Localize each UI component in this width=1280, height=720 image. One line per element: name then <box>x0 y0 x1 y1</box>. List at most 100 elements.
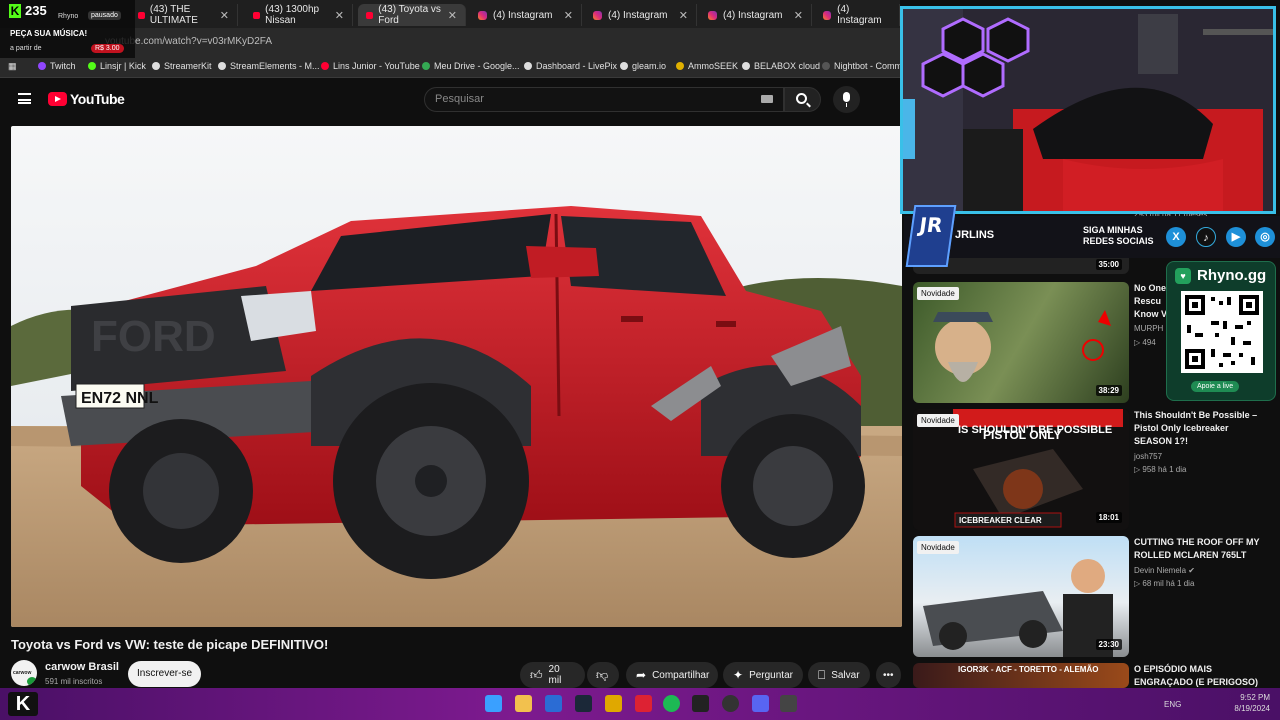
like-button[interactable]: 👍︎ 20 mil <box>520 662 585 688</box>
bookmark-belabox[interactable]: BELABOX cloud <box>742 61 820 71</box>
close-tab-icon[interactable]: ✕ <box>220 9 229 22</box>
close-tab-icon[interactable]: ✕ <box>448 9 457 22</box>
obs-icon[interactable] <box>722 695 739 712</box>
song-request-overlay: K 235 Rhyno pausado PEÇA SUA MÚSICA! a p… <box>0 0 135 58</box>
chrome-icon[interactable] <box>605 695 622 712</box>
browser-tab[interactable]: (43) THE ULTIMATE ✕ <box>130 4 238 26</box>
ask-button[interactable]: ✦ Perguntar <box>723 662 803 688</box>
browser-tab[interactable]: (43) 1300hp Nissan ✕ <box>245 4 353 26</box>
globe-icon <box>742 62 750 70</box>
social-callout: SIGA MINHAS REDES SOCIAIS <box>1083 225 1154 246</box>
bookmark-drive[interactable]: Meu Drive - Google... <box>422 61 520 71</box>
more-actions-button[interactable]: ••• <box>876 662 901 688</box>
youtube-logo[interactable]: YouTube <box>48 91 125 107</box>
close-tab-icon[interactable]: ✕ <box>564 9 573 22</box>
heart-icon: ♥ <box>1175 268 1191 284</box>
globe-icon <box>152 62 160 70</box>
webcam-scene <box>903 9 1273 211</box>
youtube-play-icon <box>48 92 67 106</box>
bookmark-youtube[interactable]: Lins Junior - YouTube <box>321 61 420 71</box>
browser-tab[interactable]: (4) Instagram ✕ <box>585 4 697 26</box>
search-button[interactable] <box>784 87 821 112</box>
bookmark-livepix[interactable]: Dashboard - LivePix <box>524 61 617 71</box>
video-title-link[interactable]: This Shouldn't Be Possible – Pistol Only … <box>1134 409 1274 448</box>
system-clock[interactable]: 9:52 PM 8/19/2024 <box>1234 692 1270 714</box>
youtube-icon <box>366 11 374 19</box>
voice-search-button[interactable] <box>833 86 860 113</box>
thumbnail-caption: IGOR3K - ACF - TORETTO - ALEMÃO <box>958 665 1099 674</box>
bookmark-streamelements[interactable]: StreamElements - M... <box>218 61 320 71</box>
new-badge: Novidade <box>917 414 959 427</box>
youtube-header: YouTube Pesquisar <box>0 78 900 122</box>
video-meta: ▷ 494 <box>1134 338 1156 347</box>
video-title-link[interactable]: O EPISÓDIO MAIS ENGRAÇADO (E PERIGOSO) <box>1134 663 1274 689</box>
video-meta: ▷ 958 há 1 dia <box>1134 465 1187 474</box>
bookmark-streamerkit[interactable]: StreamerKit <box>152 61 212 71</box>
close-tab-icon[interactable]: ✕ <box>794 9 803 22</box>
instagram-icon <box>708 10 717 20</box>
browser-tab-active[interactable]: (43) Toyota vs Ford ✕ <box>358 4 466 26</box>
price-badge: R$ 3.00 <box>91 44 124 53</box>
mic-icon <box>843 92 850 102</box>
video-channel[interactable]: josh757 <box>1134 452 1162 461</box>
more-icon: ••• <box>883 669 894 681</box>
hamburger-menu-icon[interactable] <box>18 93 31 104</box>
brazil-flag-icon <box>27 677 37 686</box>
overlay-brand: Rhyno <box>58 13 79 20</box>
channel-name[interactable]: carwow Brasil <box>45 661 119 673</box>
steam-icon[interactable] <box>575 695 592 712</box>
recommended-thumbnail[interactable]: IGOR3K - ACF - TORETTO - ALEMÃO <box>913 663 1129 688</box>
save-button[interactable]: ⎕ Salvar <box>808 662 870 688</box>
apps-grid-icon[interactable]: ▦ <box>8 61 17 72</box>
address-bar[interactable]: youtube.com/watch?v=v03rMKyD2FA <box>0 28 900 56</box>
bookmark-ammoseek[interactable]: AmmoSEEK <box>676 61 738 71</box>
x-icon: X <box>1166 227 1186 247</box>
recommended-thumbnail[interactable]: Novidade 38:29 <box>913 282 1129 403</box>
duration-label: 35:00 <box>1095 259 1122 270</box>
bookmark-gleam[interactable]: gleam.io <box>620 61 666 71</box>
bookmark-kick[interactable]: Linsjr | Kick <box>88 61 146 71</box>
video-meta: ▷ 68 mil há 1 dia <box>1134 579 1195 588</box>
video-title-link[interactable]: CUTTING THE ROOF OFF MY ROLLED MCLAREN 76… <box>1134 536 1274 562</box>
recommended-thumbnail[interactable]: Novidade 23:30 <box>913 536 1129 657</box>
share-icon: ➦ <box>636 668 647 682</box>
duration-label: 18:01 <box>1095 512 1122 523</box>
viewer-count: 235 <box>25 3 47 18</box>
close-tab-icon[interactable]: ✕ <box>679 9 688 22</box>
bookmark-twitch[interactable]: Twitch <box>38 61 76 71</box>
browser-tab[interactable]: (4) Instagram ✕ <box>470 4 582 26</box>
discord-icon[interactable] <box>752 695 769 712</box>
dislike-button[interactable]: 👎︎ <box>587 662 619 688</box>
app-icon[interactable] <box>780 695 797 712</box>
browser-tab[interactable]: (4) Instagram <box>815 4 900 26</box>
spotify-icon[interactable] <box>663 695 680 712</box>
close-tab-icon[interactable]: ✕ <box>335 9 344 22</box>
instagram-icon: ◎ <box>1255 227 1275 247</box>
bookmarks-bar: ▦ Twitch Linsjr | Kick StreamerKit Strea… <box>0 56 902 78</box>
video-channel[interactable]: MURPH <box>1134 324 1163 333</box>
price-prefix: a partir de <box>10 45 42 52</box>
app-icon[interactable] <box>635 695 652 712</box>
bookmark-nightbot[interactable]: Nightbot - Comm <box>822 61 902 71</box>
share-button[interactable]: ➦ Compartilhar <box>626 662 718 688</box>
browser-tab[interactable]: (4) Instagram ✕ <box>700 4 812 26</box>
license-plate: EN72 NNL <box>81 390 159 407</box>
video-frame: FORD EN72 NNL <box>11 126 902 627</box>
edge-icon[interactable] <box>545 695 562 712</box>
language-indicator[interactable]: ENG <box>1164 700 1181 709</box>
file-explorer-icon[interactable] <box>515 695 532 712</box>
channel-avatar[interactable]: carwow <box>11 660 37 686</box>
rhyno-brand: Rhyno.gg <box>1197 267 1267 284</box>
recommended-thumbnail[interactable]: IS SHOULDN'T BE POSSIBLE PISTOL ONLY ICE… <box>913 409 1129 530</box>
instagram-icon <box>823 10 832 20</box>
webcam-feed <box>900 6 1276 214</box>
video-channel[interactable]: Devin Niemela ✔ <box>1134 566 1195 575</box>
kick-icon: K <box>9 4 21 18</box>
windows-start-icon[interactable] <box>485 695 502 712</box>
video-player[interactable]: FORD EN72 NNL <box>11 126 902 627</box>
keyboard-icon[interactable] <box>761 95 773 103</box>
search-input[interactable]: Pesquisar <box>424 87 784 112</box>
terminal-icon[interactable] <box>692 695 709 712</box>
streamelements-icon <box>218 62 226 70</box>
subscribe-button[interactable]: Inscrever-se <box>128 661 201 687</box>
